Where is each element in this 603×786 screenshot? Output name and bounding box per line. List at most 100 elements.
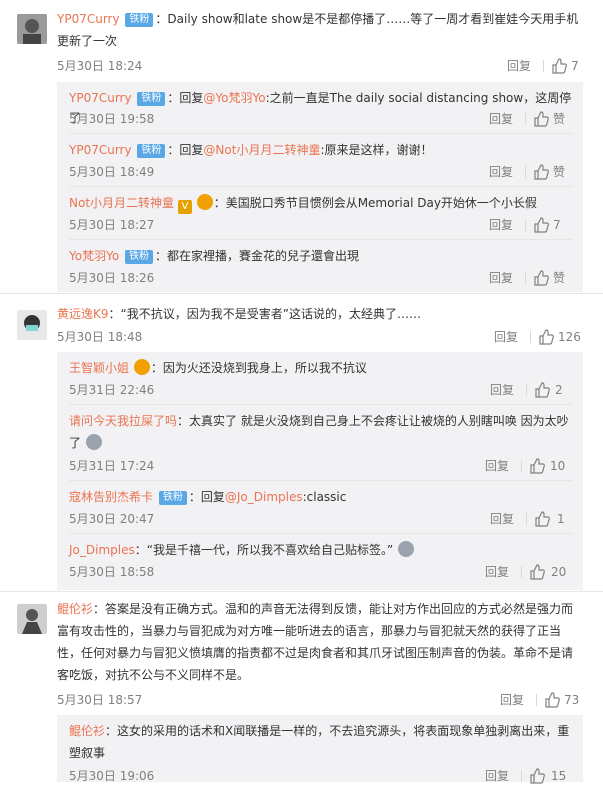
divider bbox=[69, 533, 573, 534]
divider bbox=[536, 694, 537, 706]
thumbs-up-icon[interactable] bbox=[533, 164, 549, 180]
thumbs-up-icon[interactable] bbox=[533, 111, 549, 127]
divider bbox=[525, 166, 526, 178]
reply-user[interactable]: Jo_Dimples bbox=[69, 543, 135, 557]
comment-text: YP07Curry 铁粉 ：Daily show和late show是不是都停播了… bbox=[57, 8, 583, 52]
thumbs-up-icon[interactable] bbox=[529, 458, 545, 474]
reply-button[interactable]: 回复 bbox=[490, 380, 514, 400]
reply-button[interactable]: 回复 bbox=[489, 215, 513, 235]
reply-meta: 5月30日 18:27 回复 7 bbox=[69, 215, 573, 235]
comment-text: 黄远逸K9：“我不抗议，因为我不是受害者”这话说的，太经典了…… bbox=[57, 303, 583, 325]
reply-body: ：这女的采用的话术和X闻联播是一样的，不去追究源头，将表面现象单独剥离出来，重塑… bbox=[69, 724, 570, 760]
reply-item: 寇林告别杰希卡 铁粉 ：回复@Jo_Dimples:classic bbox=[69, 487, 573, 507]
divider bbox=[69, 186, 573, 187]
thumbs-up-icon[interactable] bbox=[544, 692, 560, 708]
reply-button[interactable]: 回复 bbox=[489, 268, 513, 288]
comment-user[interactable]: YP07Curry bbox=[57, 12, 120, 26]
reply-meta: 5月30日 19:06 回复 15 bbox=[69, 766, 573, 786]
like-count: 赞 bbox=[553, 165, 566, 179]
reply-item: 鲲伦衫：这女的采用的话术和X闻联播是一样的，不去追究源头，将表面现象单独剥离出来… bbox=[69, 720, 573, 764]
reply-user[interactable]: 鲲伦衫 bbox=[69, 724, 105, 738]
reply-body: ：美国脱口秀节目惯例会从Memorial Day开始休一个小长假 bbox=[213, 196, 537, 210]
avatar[interactable] bbox=[17, 14, 47, 44]
comment-time: 5月30日 18:48 bbox=[57, 330, 143, 344]
comment-meta: 5月30日 18:48 回复 126 bbox=[57, 327, 583, 347]
mention-link[interactable]: @Yo梵羽Yo bbox=[203, 91, 265, 105]
divider bbox=[525, 113, 526, 125]
reply-button[interactable]: 回复 bbox=[489, 109, 513, 129]
fan-badge[interactable]: 铁粉 bbox=[125, 13, 154, 27]
comment-user[interactable]: 黄远逸K9 bbox=[57, 307, 109, 321]
reply-button[interactable]: 回复 bbox=[485, 766, 509, 786]
divider bbox=[543, 60, 544, 72]
reply-user[interactable]: 王智颖小姐 bbox=[69, 361, 129, 375]
reply-user[interactable]: YP07Curry bbox=[69, 91, 132, 105]
reply-item: 王智颖小姐 ：因为火还没烧到我身上，所以我不抗议 bbox=[69, 358, 573, 378]
reply-user[interactable]: 请问今天我拉屎了吗 bbox=[69, 414, 177, 428]
comment-time: 5月30日 18:57 bbox=[57, 693, 143, 707]
fan-level-icon bbox=[196, 194, 213, 210]
like-count: 1 bbox=[557, 512, 565, 526]
emoji-icon bbox=[398, 541, 414, 557]
reply-user[interactable]: 寇林告别杰希卡 bbox=[69, 490, 153, 504]
like-count: 126 bbox=[558, 330, 581, 344]
fan-badge[interactable]: 铁粉 bbox=[137, 92, 166, 106]
mention-link[interactable]: @Jo_Dimples bbox=[225, 490, 303, 504]
fan-badge[interactable]: 铁粉 bbox=[125, 250, 153, 264]
like-count: 赞 bbox=[553, 271, 566, 285]
thumbs-up-icon[interactable] bbox=[533, 270, 549, 286]
reply-time: 5月30日 18:26 bbox=[69, 271, 155, 285]
reply-user[interactable]: YP07Curry bbox=[69, 143, 132, 157]
reply-meta: 5月30日 18:26 回复 赞 bbox=[69, 268, 573, 288]
avatar[interactable] bbox=[17, 604, 47, 634]
reply-time: 5月31日 17:24 bbox=[69, 459, 155, 473]
comment-body: ：答案是没有正确方式。温和的声音无法得到反馈，能让对方作出回应的方式必然是强力而… bbox=[57, 602, 574, 682]
reply-body: ：因为火还没烧到我身上，所以我不抗议 bbox=[150, 361, 367, 375]
reply-time: 5月30日 18:58 bbox=[69, 565, 155, 579]
thumbs-up-icon[interactable] bbox=[533, 217, 549, 233]
fan-badge[interactable]: 铁粉 bbox=[158, 491, 187, 505]
reply-button[interactable]: 回复 bbox=[500, 690, 524, 710]
avatar[interactable] bbox=[17, 310, 47, 340]
comment-body: ：“我不抗议，因为我不是受害者”这话说的，太经典了…… bbox=[108, 307, 421, 321]
reply-meta: 5月31日 17:24 回复 10 bbox=[69, 456, 573, 476]
thumbs-up-icon[interactable] bbox=[538, 329, 554, 345]
thumbs-up-icon[interactable] bbox=[551, 58, 567, 74]
like-count: 7 bbox=[553, 218, 561, 232]
divider bbox=[530, 331, 531, 343]
reply-body: ：“我是千禧一代，所以我不喜欢给自己贴标签。” bbox=[134, 543, 394, 557]
emoji-icon bbox=[85, 434, 102, 450]
mention-link[interactable]: @Not小月月二转神童 bbox=[203, 143, 320, 157]
reply-button[interactable]: 回复 bbox=[507, 56, 531, 76]
divider bbox=[525, 272, 526, 284]
thumbs-up-icon[interactable] bbox=[534, 511, 550, 527]
divider bbox=[526, 384, 527, 396]
comment-meta: 5月30日 18:24 回复 7 bbox=[57, 56, 583, 76]
reply-body: :classic bbox=[302, 490, 347, 504]
reply-user[interactable]: Not小月月二转神童 bbox=[69, 196, 174, 210]
reply-button[interactable]: 回复 bbox=[485, 456, 509, 476]
reply-button[interactable]: 回复 bbox=[485, 562, 509, 582]
divider bbox=[69, 239, 573, 240]
replies-box: 王智颖小姐 ：因为火还没烧到我身上，所以我不抗议 5月31日 22:46 回复 … bbox=[57, 352, 583, 590]
reply-meta: 5月30日 19:58 回复 赞 bbox=[69, 109, 573, 129]
reply-time: 5月30日 19:58 bbox=[69, 112, 155, 126]
fan-level-icon bbox=[133, 359, 150, 375]
like-count: 10 bbox=[550, 459, 566, 473]
replies-box: 鲲伦衫：这女的采用的话术和X闻联播是一样的，不去追究源头，将表面现象单独剥离出来… bbox=[57, 715, 583, 784]
thumbs-up-icon[interactable] bbox=[534, 382, 550, 398]
reply-prefix: ：回复 bbox=[167, 143, 204, 157]
reply-body: ：都在家裡播，賽金花的兒子還會出現 bbox=[155, 249, 360, 263]
reply-time: 5月30日 18:27 bbox=[69, 218, 155, 232]
like-count: 15 bbox=[551, 769, 567, 783]
reply-item: 请问今天我拉屎了吗：太真实了 就是火没烧到自己身上不会疼让让被烧的人别瞎叫唤 因… bbox=[69, 410, 573, 454]
reply-meta: 5月31日 22:46 回复 2 bbox=[69, 380, 573, 400]
reply-button[interactable]: 回复 bbox=[494, 327, 518, 347]
fan-badge[interactable]: 铁粉 bbox=[137, 144, 166, 158]
reply-button[interactable]: 回复 bbox=[490, 509, 514, 529]
reply-time: 5月30日 20:47 bbox=[69, 512, 155, 526]
thumbs-up-icon[interactable] bbox=[529, 564, 545, 580]
reply-user[interactable]: Yo梵羽Yo bbox=[69, 249, 119, 263]
reply-button[interactable]: 回复 bbox=[489, 162, 513, 182]
comment-user[interactable]: 鲲伦衫 bbox=[57, 602, 93, 616]
